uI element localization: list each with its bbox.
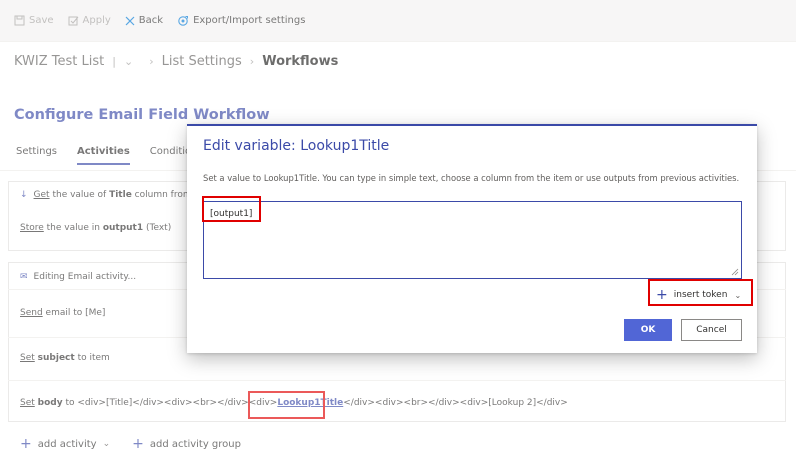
resize-grip-icon[interactable] [731,268,739,276]
edit-variable-dialog: Edit variable: Lookup1Title Set a value … [187,124,757,353]
textarea-value: [output1] [210,209,253,219]
insert-token-button[interactable]: + insert token ⌄ [656,286,741,304]
chevron-down-icon: ⌄ [734,290,742,300]
cancel-button[interactable]: Cancel [681,319,742,341]
plus-icon: + [656,287,668,303]
insert-token-label: insert token [673,290,728,300]
ok-button[interactable]: OK [624,319,672,341]
dialog-title: Edit variable: Lookup1Title [203,138,390,154]
page: Save Apply Back Export/Import settings K… [0,0,796,458]
value-textarea[interactable]: [output1] [203,201,742,279]
dialog-description: Set a value to Lookup1Title. You can typ… [203,173,740,183]
